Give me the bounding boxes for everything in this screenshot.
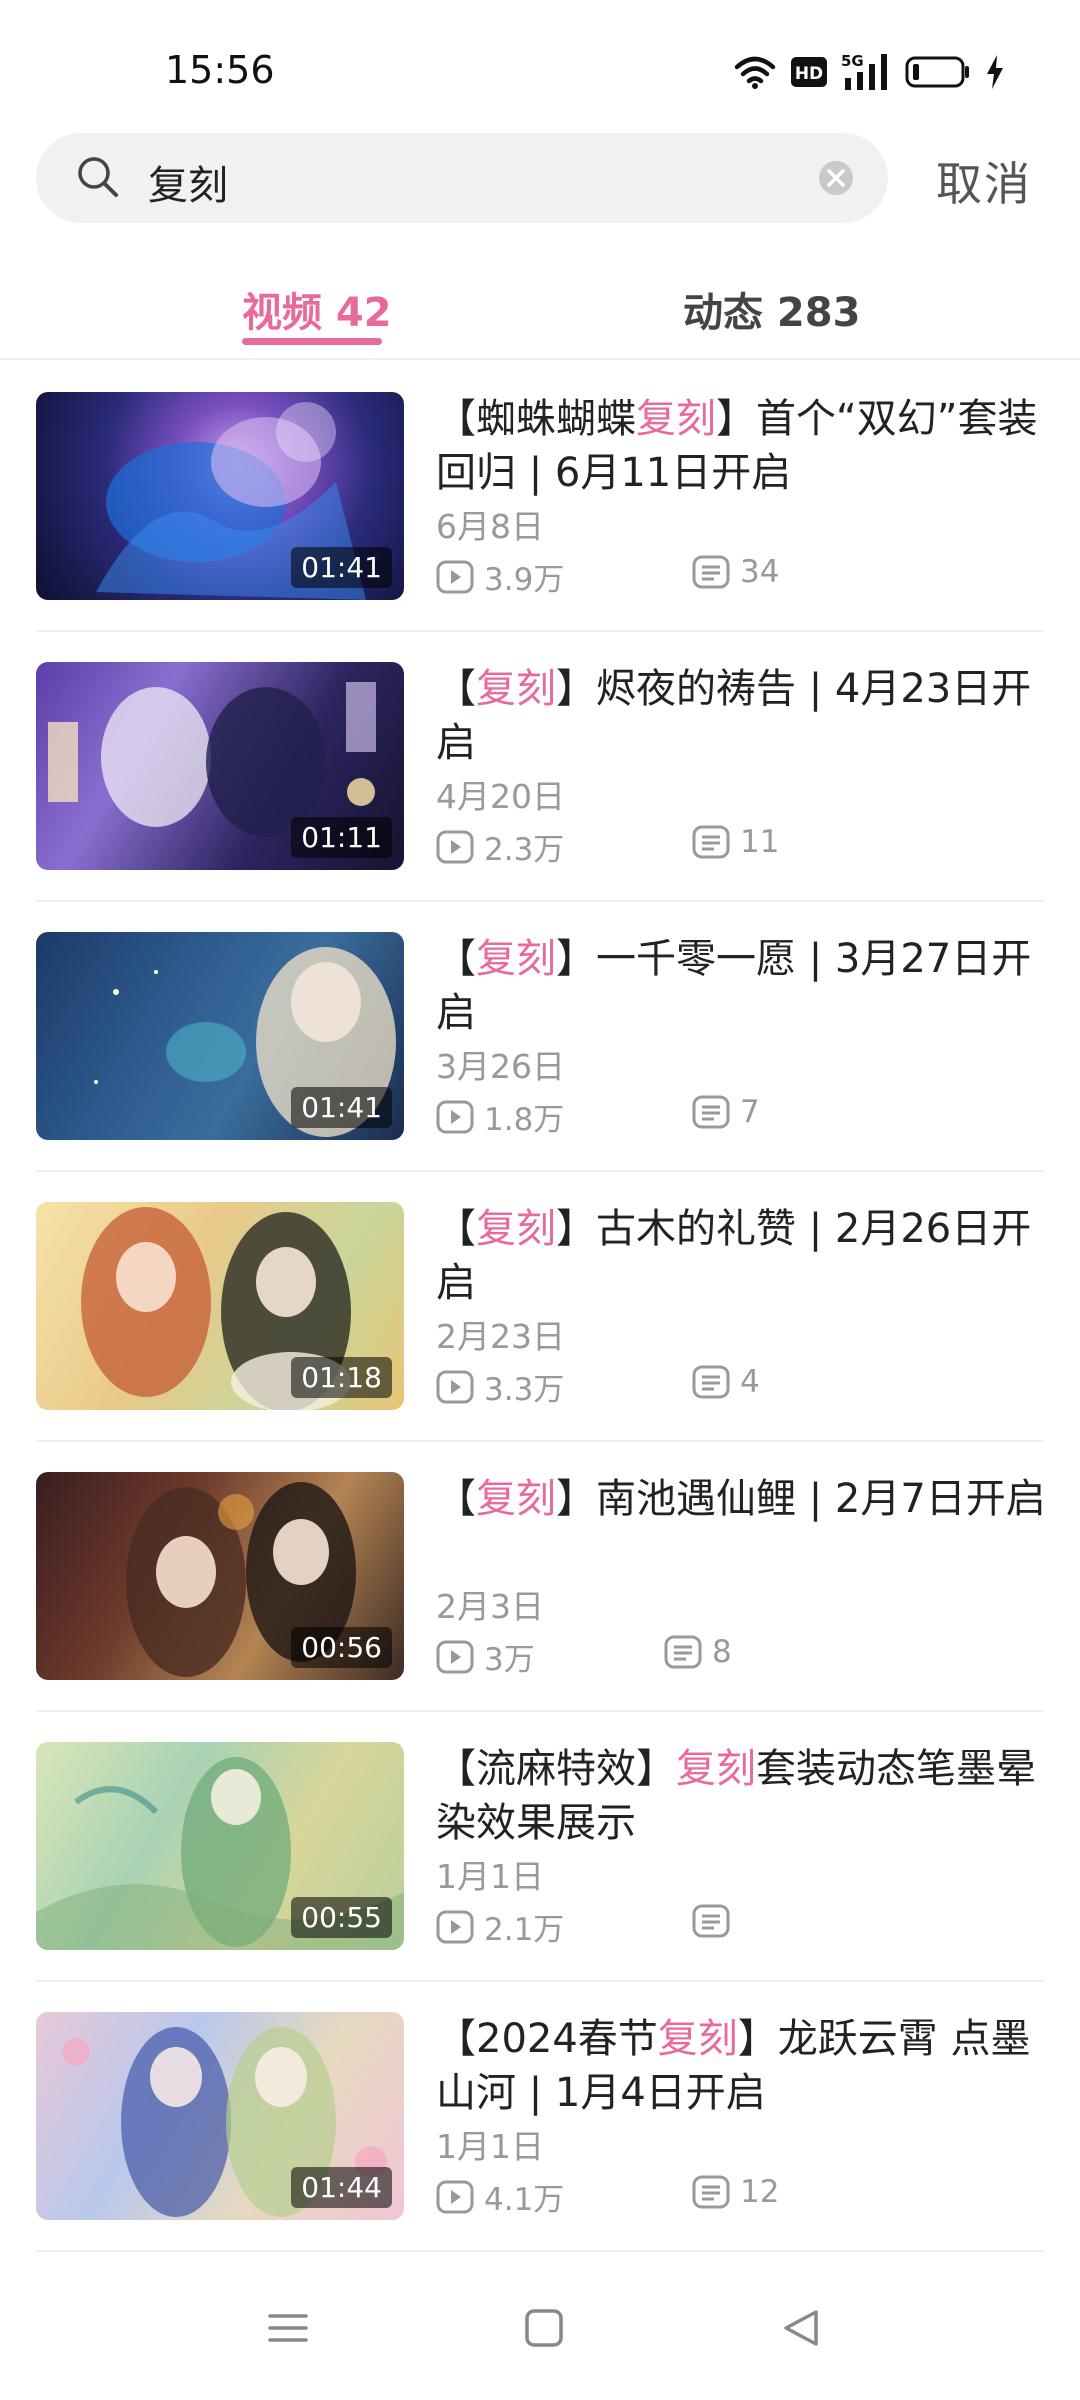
comment-icon (664, 1635, 702, 1669)
video-thumbnail[interactable]: 00:55 (36, 1742, 404, 1950)
duration-badge: 01:41 (291, 547, 392, 588)
list-item[interactable]: 01:18 【复刻】古木的礼赞 | 2月26日开启 2月23日 3.3万 4 (36, 1172, 1044, 1442)
comment-count: 8 (664, 1634, 732, 1670)
svg-text:HD: HD (795, 64, 823, 84)
video-thumbnail[interactable]: 01:44 (36, 2012, 404, 2220)
duration-badge: 00:56 (291, 1627, 392, 1668)
comment-count: 7 (692, 1094, 760, 1130)
comment-count: 34 (692, 554, 779, 590)
view-count: 3万 (436, 1634, 535, 1679)
publish-date: 2月3日 (436, 1587, 544, 1626)
view-count: 1.8万 (436, 1094, 564, 1139)
play-icon (436, 1370, 474, 1403)
clear-icon[interactable] (818, 160, 854, 196)
back-icon[interactable] (782, 2308, 822, 2348)
view-count: 3.9万 (436, 554, 564, 599)
divider (36, 2250, 1044, 2252)
hd-icon: HD (791, 57, 827, 87)
view-count: 2.1万 (436, 1904, 564, 1949)
5g-signal-icon: 5G (841, 52, 887, 90)
menu-icon[interactable] (268, 2308, 308, 2348)
video-title[interactable]: 【2024春节复刻】龙跃云霄 点墨山河 | 1月4日开启 (436, 2012, 1046, 2120)
publish-date: 2月23日 (436, 1317, 565, 1356)
list-item[interactable]: 00:55 【流麻特效】复刻套装动态笔墨晕染效果展示 1月1日 2.1万 (36, 1712, 1044, 1982)
comment-icon (692, 555, 730, 589)
video-thumbnail[interactable]: 00:56 (36, 1472, 404, 1680)
wifi-icon (734, 56, 776, 89)
search-query[interactable]: 复刻 (148, 153, 228, 211)
publish-date: 6月8日 (436, 507, 544, 546)
video-title[interactable]: 【复刻】南池遇仙鲤 | 2月7日开启 (436, 1472, 1046, 1526)
home-icon[interactable] (524, 2308, 564, 2348)
tab-videos[interactable]: 视频 42 (242, 280, 392, 338)
play-icon (436, 1640, 474, 1673)
list-item[interactable]: 01:11 【复刻】烬夜的祷告 | 4月23日开启 4月20日 2.3万 11 (36, 632, 1044, 902)
publish-date: 1月1日 (436, 1857, 544, 1896)
play-icon (436, 830, 474, 863)
duration-badge: 01:41 (291, 1087, 392, 1128)
duration-badge: 00:55 (291, 1897, 392, 1938)
video-thumbnail[interactable]: 01:11 (36, 662, 404, 870)
view-count: 3.3万 (436, 1364, 564, 1409)
battery-icon (905, 56, 969, 88)
video-title[interactable]: 【复刻】一千零一愿 | 3月27日开启 (436, 932, 1046, 1040)
list-item[interactable]: 00:56 【复刻】南池遇仙鲤 | 2月7日开启 2月3日 3万 8 (36, 1442, 1046, 1712)
tab-bar: 视频 42 动态 283 (0, 270, 1080, 360)
cancel-button[interactable]: 取消 (936, 148, 1032, 214)
publish-date: 4月20日 (436, 777, 565, 816)
search-row: 复刻 取消 (0, 130, 1080, 230)
video-title[interactable]: 【蜘蛛蝴蝶复刻】首个“双幻”套装回归 | 6月11日开启 (436, 392, 1046, 500)
comment-icon (692, 1365, 730, 1399)
video-thumbnail[interactable]: 01:41 (36, 932, 404, 1140)
video-thumbnail[interactable]: 01:41 (36, 392, 404, 600)
duration-badge: 01:18 (291, 1357, 392, 1398)
video-thumbnail[interactable]: 01:18 (36, 1202, 404, 1410)
play-icon (436, 560, 474, 593)
comment-count: 11 (692, 824, 779, 860)
status-bar: 15:56 HD 5G (0, 0, 1080, 130)
list-item[interactable]: 01:41 【复刻】一千零一愿 | 3月27日开启 3月26日 1.8万 7 (36, 902, 1044, 1172)
comment-count: 12 (692, 2174, 779, 2210)
video-title[interactable]: 【流麻特效】复刻套装动态笔墨晕染效果展示 (436, 1742, 1046, 1850)
duration-badge: 01:44 (291, 2167, 392, 2208)
view-count: 2.3万 (436, 824, 564, 869)
search-icon (78, 157, 118, 197)
duration-badge: 01:11 (291, 817, 392, 858)
tab-dynamics[interactable]: 动态 283 (683, 280, 860, 338)
view-count: 4.1万 (436, 2174, 564, 2219)
comment-icon (692, 1904, 730, 1938)
status-time: 15:56 (165, 48, 275, 92)
comment-icon (692, 825, 730, 859)
active-tab-indicator (242, 338, 382, 345)
comment-count (692, 1904, 740, 1938)
comment-icon (692, 2175, 730, 2209)
video-title[interactable]: 【复刻】烬夜的祷告 | 4月23日开启 (436, 662, 1046, 770)
system-nav-bar (0, 2280, 1080, 2400)
list-item[interactable]: 01:44 【2024春节复刻】龙跃云霄 点墨山河 | 1月4日开启 1月1日 … (36, 1982, 1044, 2252)
play-icon (436, 1100, 474, 1133)
play-icon (436, 1910, 474, 1943)
status-icons: HD 5G (733, 50, 1005, 94)
publish-date: 3月26日 (436, 1047, 565, 1086)
comment-count: 4 (692, 1364, 760, 1400)
comment-icon (692, 1095, 730, 1129)
play-icon (436, 2180, 474, 2213)
svg-text:5G: 5G (841, 52, 864, 70)
publish-date: 1月1日 (436, 2127, 544, 2166)
charging-icon (987, 55, 1003, 89)
video-title[interactable]: 【复刻】古木的礼赞 | 2月26日开启 (436, 1202, 1046, 1310)
search-input[interactable]: 复刻 (36, 133, 888, 223)
list-item[interactable]: 01:41 【蜘蛛蝴蝶复刻】首个“双幻”套装回归 | 6月11日开启 6月8日 … (36, 362, 1044, 632)
